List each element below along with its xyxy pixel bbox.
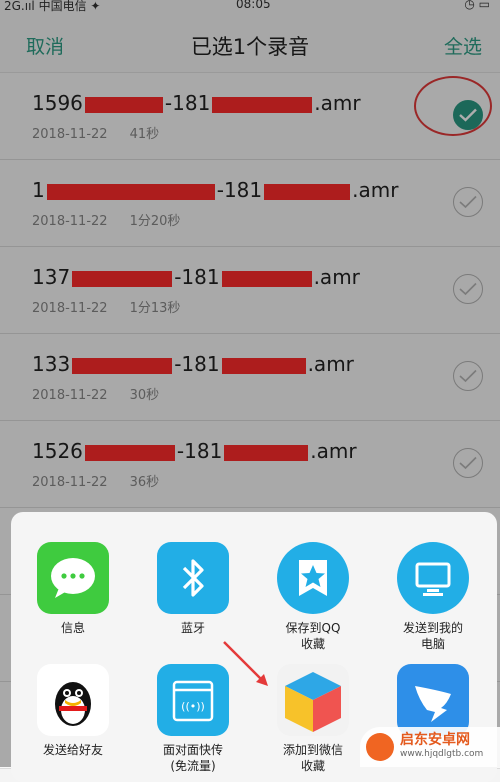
share-messages[interactable]: 信息 xyxy=(18,542,128,636)
share-qq-favorites[interactable]: 保存到QQ 收藏 xyxy=(258,542,368,652)
share-label: 面对面快传 (免流量) xyxy=(162,743,223,773)
qq-favorites-icon xyxy=(277,542,349,614)
share-wechat-favorites[interactable]: 添加到微信 收藏 xyxy=(258,664,368,774)
share-bluetooth[interactable]: 蓝牙 xyxy=(138,542,248,636)
share-label: 保存到QQ 收藏 xyxy=(285,621,341,651)
share-label: 发送给好友 xyxy=(42,743,103,757)
share-qq-friend[interactable]: 发送给好友 xyxy=(18,664,128,758)
qq-penguin-icon xyxy=(37,664,109,736)
annotation-arrow xyxy=(223,641,268,686)
watermark-title: 启东安卓网 xyxy=(400,732,470,748)
watermark-logo-icon xyxy=(366,733,394,761)
share-label: 信息 xyxy=(60,621,85,635)
face-to-face-transfer-icon: ((•)) xyxy=(157,664,229,736)
share-label: 添加到微信 收藏 xyxy=(282,743,343,773)
message-icon xyxy=(37,542,109,614)
share-my-computer[interactable]: 发送到我的 电脑 xyxy=(378,542,488,652)
watermark-url: www.hjqdlgtb.com xyxy=(400,749,484,759)
share-label: 发送到我的 电脑 xyxy=(402,621,463,651)
dingtalk-icon xyxy=(397,664,469,736)
bluetooth-icon xyxy=(157,542,229,614)
svg-text:((•)): ((•)) xyxy=(181,700,205,713)
watermark: 启东安卓网 www.hjqdlgtb.com xyxy=(360,727,500,767)
computer-icon xyxy=(397,542,469,614)
share-label: 蓝牙 xyxy=(180,621,205,635)
wechat-favorites-cube-icon xyxy=(277,664,349,736)
